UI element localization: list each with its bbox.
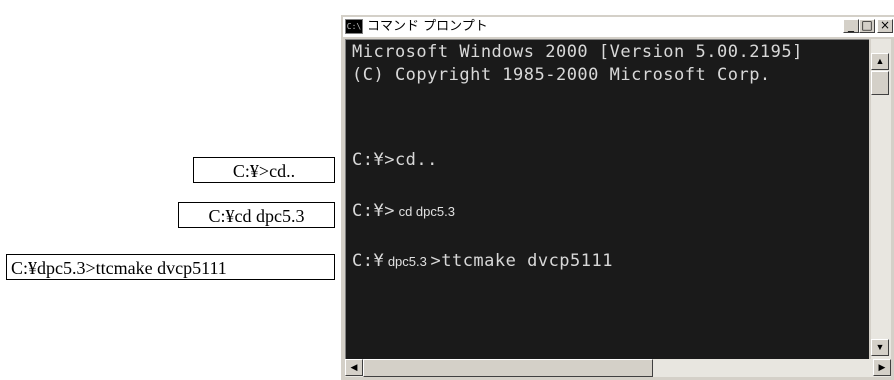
prompt-text: C:¥> xyxy=(352,201,395,221)
vertical-scrollbar[interactable]: ▲ ▼ xyxy=(871,39,891,373)
console-app-icon[interactable]: C:\ xyxy=(345,19,363,34)
close-button[interactable]: × xyxy=(877,19,893,33)
title-bar[interactable]: C:\ コマンド プロンプト _ □ × xyxy=(343,17,894,37)
prompt-text: C:¥ xyxy=(352,251,385,271)
console-output[interactable]: Microsoft Windows 2000 [Version 5.00.219… xyxy=(345,39,869,373)
console-line-version: Microsoft Windows 2000 [Version 5.00.219… xyxy=(352,42,803,62)
console-line-cd-up: C:¥>cd.. xyxy=(352,150,438,170)
command-text: cd dpc5.3 xyxy=(394,204,455,219)
callout-cd-up: C:¥>cd.. xyxy=(193,157,335,183)
scroll-left-icon[interactable]: ◀ xyxy=(345,359,363,376)
scroll-right-icon[interactable]: ▶ xyxy=(873,359,891,376)
current-directory: dpc5.3 xyxy=(384,254,431,269)
horizontal-scroll-thumb[interactable] xyxy=(363,359,653,377)
command-text: >ttcmake dvcp5111 xyxy=(430,251,613,271)
callout-cd-dpc: C:¥cd dpc5.3 xyxy=(178,202,335,228)
scroll-down-icon[interactable]: ▼ xyxy=(871,339,889,356)
maximize-button[interactable]: □ xyxy=(859,19,875,33)
window-title: コマンド プロンプト xyxy=(367,19,488,34)
command-prompt-window: C:\ コマンド プロンプト _ □ × Microsoft Windows 2… xyxy=(340,14,894,380)
scroll-up-icon[interactable]: ▲ xyxy=(871,53,889,70)
callout-ttcmake: C:¥dpc5.3>ttcmake dvcp5111 xyxy=(6,254,335,280)
vertical-scroll-thumb[interactable] xyxy=(871,71,889,95)
console-line-copyright: (C) Copyright 1985-2000 Microsoft Corp. xyxy=(352,65,771,85)
console-line-ttcmake: C:¥ dpc5.3 >ttcmake dvcp5111 xyxy=(352,250,613,273)
minimize-button[interactable]: _ xyxy=(843,19,859,33)
console-line-cd-dpc: C:¥> cd dpc5.3 xyxy=(352,200,455,223)
horizontal-scrollbar[interactable]: ◀ ▶ xyxy=(345,359,891,377)
stage: C:¥>cd.. C:¥cd dpc5.3 C:¥dpc5.3>ttcmake … xyxy=(0,0,894,380)
